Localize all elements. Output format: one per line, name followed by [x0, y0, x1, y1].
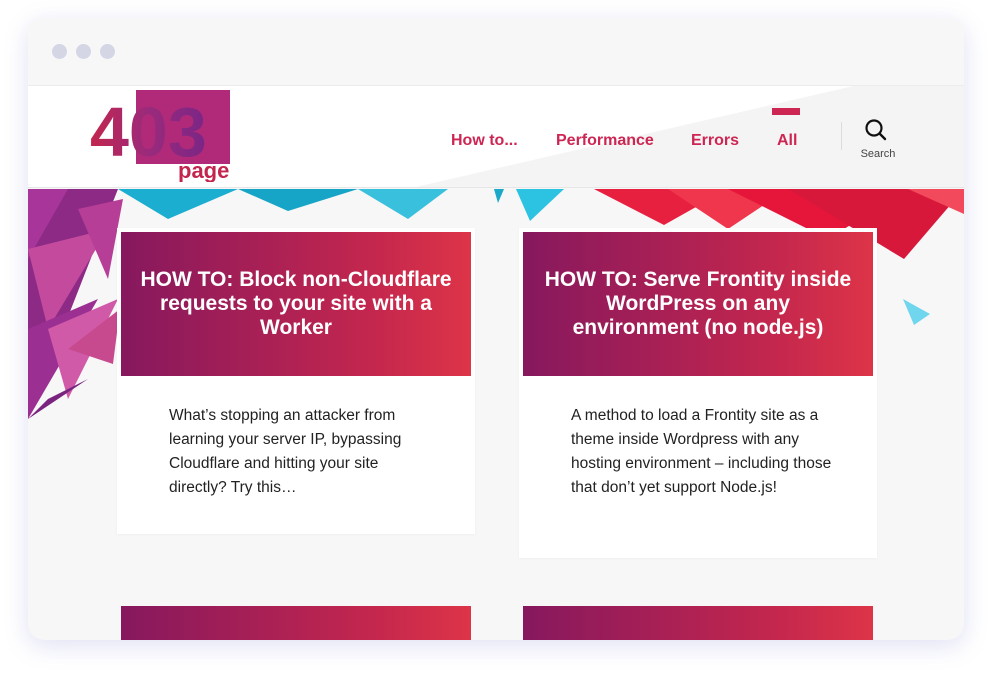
nav-item-all[interactable]: All — [777, 132, 797, 150]
post-title[interactable]: HOW TO: Serve Frontity inside WordPress … — [541, 268, 855, 340]
nav-item-performance[interactable]: Performance — [556, 132, 654, 150]
post-excerpt: A method to load a Frontity site as a th… — [571, 407, 832, 496]
post-card-header-partial[interactable] — [523, 606, 873, 640]
browser-window: 403 page How to... Performance Errors Al… — [28, 18, 964, 640]
post-card-header-partial[interactable] — [121, 606, 471, 640]
post-card[interactable]: HOW TO: Serve Frontity inside WordPress … — [519, 228, 877, 558]
post-excerpt: What’s stopping an attacker from learnin… — [169, 407, 402, 496]
svg-text:page: page — [178, 158, 229, 182]
site-header: 403 page How to... Performance Errors Al… — [28, 86, 964, 188]
window-titlebar — [28, 18, 964, 86]
nav-item-how-to[interactable]: How to... — [451, 132, 518, 150]
window-close-dot[interactable] — [52, 44, 67, 59]
nav-item-errors[interactable]: Errors — [691, 132, 739, 150]
post-card-header[interactable]: HOW TO: Block non-Cloudflare requests to… — [121, 232, 471, 376]
post-card[interactable]: HOW TO: Block non-Cloudflare requests to… — [117, 228, 475, 534]
site-logo[interactable]: 403 page — [90, 90, 240, 182]
nav-divider — [841, 122, 842, 150]
post-title[interactable]: HOW TO: Block non-Cloudflare requests to… — [139, 268, 453, 340]
search-label[interactable]: Search — [854, 148, 902, 160]
window-maximize-dot[interactable] — [100, 44, 115, 59]
active-nav-indicator — [772, 108, 800, 115]
search-icon[interactable] — [864, 118, 888, 142]
post-card-header[interactable]: HOW TO: Serve Frontity inside WordPress … — [523, 232, 873, 376]
window-minimize-dot[interactable] — [76, 44, 91, 59]
